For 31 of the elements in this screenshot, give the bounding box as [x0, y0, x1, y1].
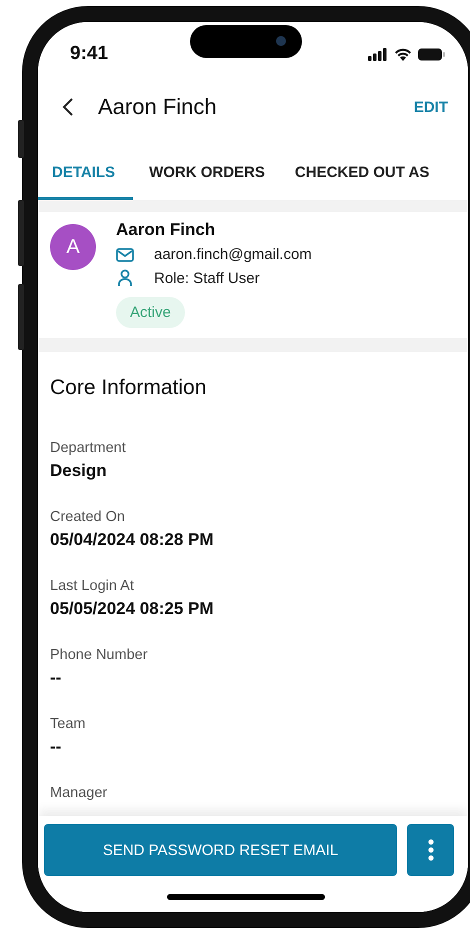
- field-value: 05/05/2024 08:25 PM: [50, 599, 215, 619]
- tab[interactable]: CHECKED OUT AS: [294, 150, 430, 200]
- user-name: Aaron Finch: [116, 220, 216, 240]
- field-label: Department: [50, 440, 127, 456]
- more-button[interactable]: [407, 824, 454, 876]
- field-label: Created On: [50, 509, 126, 525]
- back-icon[interactable]: [62, 98, 74, 116]
- page-title: Aaron Finch: [98, 94, 218, 120]
- edit-button[interactable]: EDIT: [414, 98, 448, 116]
- field-value: 05/04/2024 08:28 PM: [50, 530, 215, 550]
- field-value: Design: [50, 461, 108, 481]
- reset-email-button[interactable]: SEND PASSWORD RESET EMAIL: [44, 824, 397, 876]
- avatar: A: [50, 224, 96, 270]
- battery-icon: [418, 48, 446, 60]
- field-label: Manager: [50, 785, 108, 801]
- field-label: Team: [50, 716, 86, 732]
- section-title: Core Information: [50, 376, 208, 400]
- user-role: Role: Staff User: [154, 270, 260, 286]
- mail-icon: [116, 248, 134, 262]
- status-time: 9:41: [70, 43, 108, 65]
- field-label: Last Login At: [50, 578, 135, 594]
- person-icon: [116, 269, 134, 287]
- wifi-icon: [394, 48, 412, 60]
- user-email: aaron.finch@gmail.com: [154, 246, 312, 263]
- tab[interactable]: WORK ORDERS: [149, 150, 265, 200]
- field-value: --: [50, 737, 62, 757]
- field-label: Phone Number: [50, 647, 149, 663]
- field-value: --: [50, 668, 62, 688]
- signal-icon: [368, 48, 388, 60]
- status-badge: Active: [116, 297, 185, 328]
- more-icon: [428, 839, 434, 861]
